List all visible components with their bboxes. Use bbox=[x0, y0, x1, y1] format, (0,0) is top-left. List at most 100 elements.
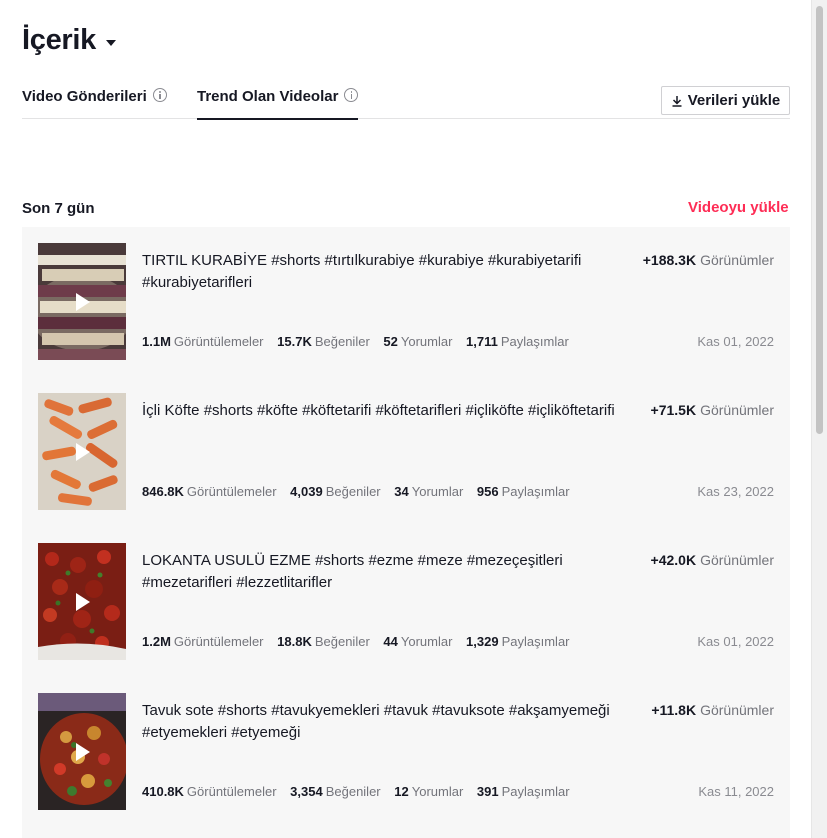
upload-video-link[interactable]: Videoyu yükle bbox=[688, 199, 789, 216]
views-delta: +42.0K Görünümler bbox=[651, 552, 774, 568]
scrollbar-thumb[interactable] bbox=[816, 6, 823, 434]
stat-likes: 3,354 Beğeniler bbox=[290, 784, 380, 799]
stat-label: Beğeniler bbox=[314, 634, 370, 649]
video-thumbnail[interactable] bbox=[38, 693, 126, 810]
video-title: İçli Köfte #shorts #köfte #köftetarifi #… bbox=[142, 402, 615, 419]
stat-label: Paylaşımlar bbox=[501, 784, 570, 799]
tab-label: Video Gönderileri bbox=[22, 88, 147, 105]
video-stats: 1.2M Görüntülemeler 18.8K Beğeniler 44 Yoru… bbox=[142, 634, 580, 649]
stat-label: Paylaşımlar bbox=[500, 334, 569, 349]
stat-value: 12 bbox=[394, 784, 409, 799]
views-delta-value: +42.0K bbox=[650, 552, 697, 568]
video-title: Tavuk sote #shorts #tavukyemekleri #tavu… bbox=[142, 702, 610, 741]
video-stats: 1.1M Görüntülemeler 15.7K Beğeniler 52 Yoru… bbox=[142, 334, 579, 349]
video-date: Kas 01, 2022 bbox=[697, 634, 774, 649]
play-icon bbox=[76, 293, 90, 311]
stat-label: Yorumlar bbox=[411, 784, 464, 799]
tab-label: Trend Olan Videolar bbox=[197, 88, 339, 105]
views-delta-value: +188.3K bbox=[642, 252, 697, 268]
video-date: Kas 11, 2022 bbox=[698, 784, 774, 799]
stat-value: 391 bbox=[476, 784, 499, 799]
caret-down-icon bbox=[106, 39, 116, 46]
stat-value: 4,039 bbox=[290, 484, 323, 499]
play-icon bbox=[76, 743, 90, 761]
stat-label: Paylaşımlar bbox=[501, 634, 570, 649]
video-stats: 410.8K Görüntülemeler 3,354 Beğeniler 12 Yo… bbox=[142, 784, 580, 799]
stat-value: 956 bbox=[476, 484, 499, 499]
stat-shares: 956 Paylaşımlar bbox=[477, 484, 570, 499]
info-icon[interactable] bbox=[344, 88, 359, 102]
stat-value: 1,329 bbox=[466, 634, 499, 649]
video-title: LOKANTA USULÜ EZME #shorts #ezme #meze #… bbox=[142, 552, 563, 591]
views-delta-label: Görünümler bbox=[700, 402, 774, 418]
stat-views: 1.2M Görüntülemeler bbox=[142, 634, 264, 649]
content-title-dropdown[interactable]: İçerik bbox=[22, 24, 116, 57]
download-button-label: Verileri yükle bbox=[687, 92, 781, 109]
views-delta: +188.3K Görünümler bbox=[643, 252, 774, 268]
stat-shares: 1,711 Paylaşımlar bbox=[466, 334, 569, 349]
stat-value: 410.8K bbox=[142, 784, 184, 799]
stat-label: Beğeniler bbox=[314, 334, 370, 349]
views-delta: +71.5K Görünümler bbox=[651, 402, 774, 418]
stat-likes: 4,039 Beğeniler bbox=[290, 484, 380, 499]
stat-value: 1,711 bbox=[466, 334, 498, 349]
stat-label: Yorumlar bbox=[411, 484, 464, 499]
stat-value: 846.8K bbox=[142, 484, 184, 499]
stat-label: Görüntülemeler bbox=[173, 334, 264, 349]
stat-value: 44 bbox=[383, 634, 398, 649]
stat-value: 18.8K bbox=[277, 634, 312, 649]
trending-video-list: TIRTIL KURABİYE #shorts #tırtılkurabiye … bbox=[22, 227, 790, 838]
video-row[interactable]: İçli Köfte #shorts #köfte #köftetarifi #… bbox=[22, 377, 790, 527]
views-delta-value: +11.8K bbox=[651, 702, 697, 718]
stat-value: 52 bbox=[383, 334, 398, 349]
tab-video-posts[interactable]: Video Gönderileri bbox=[22, 84, 167, 118]
stat-comments: 12 Yorumlar bbox=[394, 784, 463, 799]
video-thumbnail[interactable] bbox=[38, 543, 126, 660]
video-row[interactable]: LOKANTA USULÜ EZME #shorts #ezme #meze #… bbox=[22, 527, 790, 677]
play-icon bbox=[76, 593, 90, 611]
stat-likes: 15.7K Beğeniler bbox=[277, 334, 370, 349]
stat-value: 15.7K bbox=[277, 334, 312, 349]
stat-views: 1.1M Görüntülemeler bbox=[142, 334, 264, 349]
stat-value: 34 bbox=[394, 484, 409, 499]
video-stats: 846.8K Görüntülemeler 4,039 Beğeniler 34 Yo… bbox=[142, 484, 580, 499]
stat-shares: 1,329 Paylaşımlar bbox=[466, 634, 569, 649]
views-delta-label: Görünümler bbox=[700, 252, 774, 268]
stat-views: 846.8K Görüntülemeler bbox=[142, 484, 277, 499]
page-scrollbar[interactable] bbox=[811, 0, 827, 838]
stat-comments: 44 Yorumlar bbox=[383, 634, 452, 649]
play-icon bbox=[76, 443, 90, 461]
stat-comments: 34 Yorumlar bbox=[394, 484, 463, 499]
stat-value: 3,354 bbox=[290, 784, 323, 799]
stat-shares: 391 Paylaşımlar bbox=[477, 784, 570, 799]
active-tab-indicator bbox=[197, 118, 359, 120]
stat-label: Görüntülemeler bbox=[173, 634, 264, 649]
stat-value: 1.1M bbox=[142, 334, 171, 349]
views-delta: +11.8K Görünümler bbox=[651, 702, 774, 718]
views-delta-label: Görünümler bbox=[700, 552, 774, 568]
video-row[interactable]: TIRTIL KURABİYE #shorts #tırtılkurabiye … bbox=[22, 227, 790, 377]
video-title: TIRTIL KURABİYE #shorts #tırtılkurabiye … bbox=[142, 252, 582, 291]
stat-value: 1.2M bbox=[142, 634, 171, 649]
download-icon bbox=[672, 95, 682, 107]
stat-views: 410.8K Görüntülemeler bbox=[142, 784, 277, 799]
video-date: Kas 01, 2022 bbox=[697, 334, 774, 349]
views-delta-value: +71.5K bbox=[650, 402, 697, 418]
video-row[interactable]: Tavuk sote #shorts #tavukyemekleri #tavu… bbox=[22, 677, 790, 827]
tab-trending-videos[interactable]: Trend Olan Videolar bbox=[197, 84, 359, 120]
page-title: İçerik bbox=[22, 24, 96, 56]
video-date: Kas 23, 2022 bbox=[697, 484, 774, 499]
stat-label: Beğeniler bbox=[325, 484, 381, 499]
period-label: Son 7 gün bbox=[22, 200, 95, 217]
video-thumbnail[interactable] bbox=[38, 243, 126, 360]
stat-label: Yorumlar bbox=[400, 634, 453, 649]
stat-label: Paylaşımlar bbox=[501, 484, 570, 499]
stat-comments: 52 Yorumlar bbox=[383, 334, 452, 349]
video-thumbnail[interactable] bbox=[38, 393, 126, 510]
stat-label: Beğeniler bbox=[325, 784, 381, 799]
stat-label: Yorumlar bbox=[400, 334, 453, 349]
info-icon[interactable] bbox=[152, 88, 167, 102]
stat-label: Görüntülemeler bbox=[186, 784, 277, 799]
stat-likes: 18.8K Beğeniler bbox=[277, 634, 370, 649]
download-data-button[interactable]: Verileri yükle bbox=[661, 86, 790, 115]
